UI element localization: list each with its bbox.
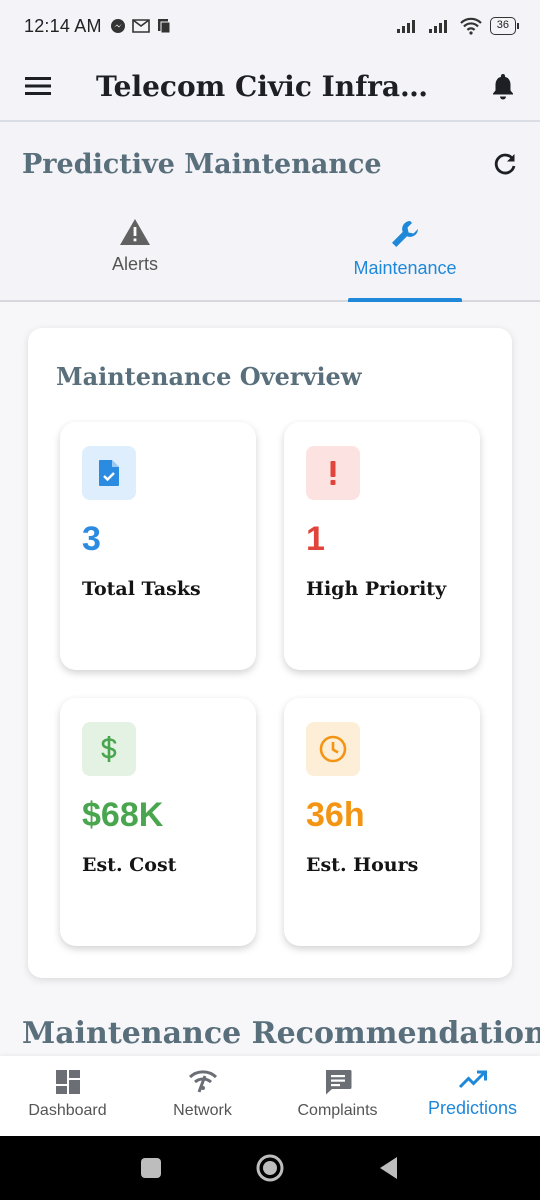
stat-card-total-tasks: 3 Total Tasks (60, 422, 256, 670)
tab-bar: Alerts Maintenance (0, 204, 540, 302)
priority-high-icon (306, 446, 360, 500)
dashboard-icon (55, 1070, 80, 1094)
sim-icon (157, 19, 171, 34)
tab-maintenance-label: Maintenance (353, 258, 457, 278)
signal-icon (396, 20, 415, 33)
stat-label: Est. Cost (82, 854, 177, 876)
page-header: Predictive Maintenance (0, 124, 540, 204)
stat-value: 3 (82, 520, 101, 558)
tab-maintenance[interactable]: Maintenance (270, 204, 540, 302)
battery-indicator: 36 (489, 17, 520, 35)
network-icon (188, 1070, 217, 1093)
nav-network[interactable]: Network (135, 1056, 270, 1136)
wifi-icon (459, 17, 482, 35)
wrench-icon (392, 221, 418, 247)
status-time: 12:14 AM (24, 15, 102, 36)
home-circle-icon[interactable] (255, 1153, 285, 1183)
nav-predictions-label: Predictions (427, 1098, 518, 1118)
tab-alerts-label: Alerts (111, 254, 158, 274)
refresh-icon[interactable] (492, 151, 518, 177)
page-title: Predictive Maintenance (22, 148, 382, 180)
menu-icon[interactable] (24, 75, 52, 97)
messenger-icon (110, 19, 125, 33)
signal-icon-2 (428, 20, 447, 33)
chat-icon (325, 1070, 351, 1095)
overview-title: Maintenance Overview (56, 362, 362, 391)
stat-card-est-hours: 36h Est. Hours (284, 698, 480, 946)
trending-up-icon (458, 1070, 487, 1089)
app-bar: Telecom Civic Infrastr... (0, 52, 540, 122)
nav-complaints-label: Complaints (297, 1102, 378, 1119)
dollar-icon (82, 722, 136, 776)
maintenance-overview-card: Maintenance Overview 3 Total Tasks 1 Hig… (28, 328, 512, 978)
stat-label: Total Tasks (82, 578, 201, 600)
nav-predictions[interactable]: Predictions (405, 1056, 540, 1136)
stat-card-high-priority: 1 High Priority (284, 422, 480, 670)
system-nav-bar (0, 1136, 540, 1200)
nav-dashboard-label: Dashboard (28, 1102, 107, 1119)
status-right: 36 (396, 17, 520, 35)
task-file-icon (82, 446, 136, 500)
stat-label: Est. Hours (306, 854, 419, 876)
nav-complaints[interactable]: Complaints (270, 1056, 405, 1136)
back-triangle-icon[interactable] (377, 1155, 401, 1181)
status-notification-icons (110, 18, 172, 34)
stat-value: 1 (306, 520, 325, 558)
main-content[interactable]: Maintenance Overview 3 Total Tasks 1 Hig… (0, 302, 540, 1056)
nav-dashboard[interactable]: Dashboard (0, 1056, 135, 1136)
recents-square-icon[interactable] (139, 1156, 163, 1180)
stat-value: $68K (82, 796, 164, 834)
stat-value: 36h (306, 796, 365, 834)
warning-icon (120, 219, 150, 245)
stat-label: High Priority (306, 578, 447, 600)
app-title: Telecom Civic Infrastr... (96, 69, 436, 103)
bell-icon[interactable] (490, 72, 516, 100)
status-bar: 12:14 AM 36 (0, 0, 540, 52)
stat-card-est-cost: $68K Est. Cost (60, 698, 256, 946)
bottom-nav: Dashboard Network Complaints Predictions (0, 1056, 540, 1136)
nav-network-label: Network (173, 1102, 232, 1119)
clock-icon (306, 722, 360, 776)
gmail-icon (131, 19, 150, 33)
recommendations-title: Maintenance Recommendations (22, 1016, 540, 1051)
tab-alerts[interactable]: Alerts (0, 204, 270, 300)
